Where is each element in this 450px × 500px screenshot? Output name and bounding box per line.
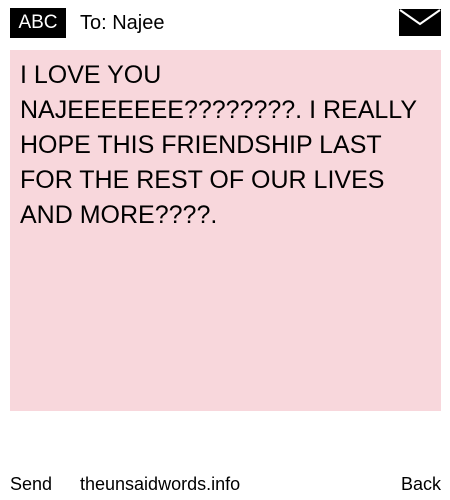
message-body[interactable]: I LOVE YOU NAJEEEEEEE????????. I REALLY … — [10, 50, 441, 411]
input-mode-badge: ABC — [10, 8, 66, 38]
envelope-icon[interactable] — [399, 9, 441, 36]
send-button[interactable]: Send — [10, 470, 52, 498]
back-button[interactable]: Back — [401, 470, 441, 498]
message-text: I LOVE YOU NAJEEEEEEE????????. I REALLY … — [20, 61, 417, 229]
site-link[interactable]: theunsaidwords.info — [80, 470, 240, 498]
sms-screen: ABC To: Najee I LOVE YOU NAJEEEEEEE?????… — [0, 0, 450, 500]
softkey-bar: Send theunsaidwords.info Back — [0, 470, 450, 498]
envelope-icon-graphic — [399, 9, 441, 36]
recipient-field[interactable]: To: Najee — [80, 8, 165, 38]
message-header: ABC To: Najee — [0, 0, 450, 46]
